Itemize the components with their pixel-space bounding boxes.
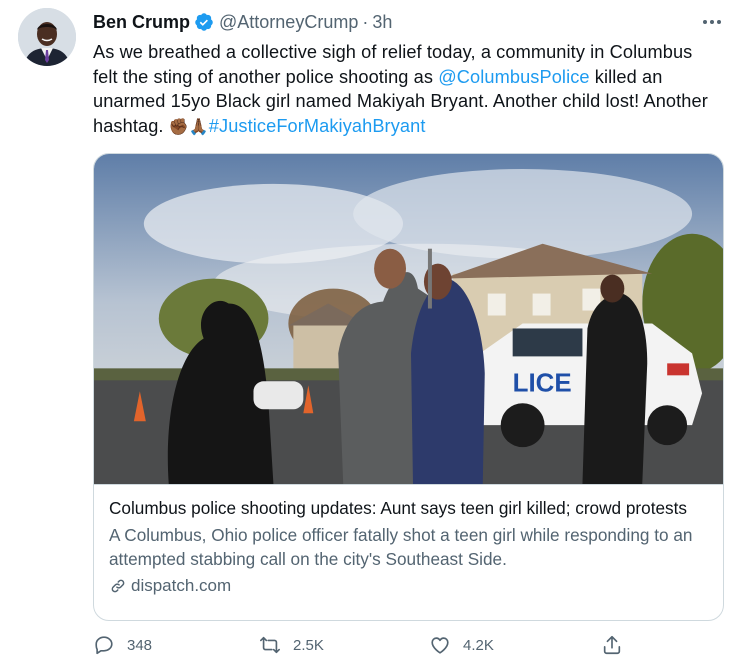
handle[interactable]: @AttorneyCrump xyxy=(219,12,358,33)
folded-hands-emoji: 🙏🏾 xyxy=(188,118,209,136)
hashtag-link[interactable]: #JusticeForMakiyahBryant xyxy=(209,116,426,136)
retweet-button[interactable]: 2.5K xyxy=(259,634,324,656)
retweet-count: 2.5K xyxy=(293,636,324,654)
card-title[interactable]: Columbus police shooting updates: Aunt s… xyxy=(109,497,708,519)
tweet-text: As we breathed a collective sigh of reli… xyxy=(93,40,721,140)
display-name[interactable]: Ben Crump xyxy=(93,12,190,33)
timestamp[interactable]: 3h xyxy=(372,12,392,33)
tweet-actions: 348 2.5K 4.2K xyxy=(93,634,633,664)
reply-count: 348 xyxy=(127,636,153,654)
raised-fist-emoji: ✊🏾 xyxy=(168,118,189,136)
share-icon xyxy=(603,635,621,655)
reply-icon xyxy=(95,636,113,655)
link-card[interactable]: LICE Columbus police shooting updates: A… xyxy=(93,153,724,621)
verified-badge-icon xyxy=(194,12,214,32)
card-body: Columbus police shooting updates: Aunt s… xyxy=(94,485,723,596)
card-description: A Columbus, Ohio police officer fatally … xyxy=(109,525,693,569)
retweet-icon xyxy=(260,636,280,654)
separator-dot: · xyxy=(362,11,369,32)
card-image[interactable]: LICE xyxy=(94,154,723,485)
avatar[interactable] xyxy=(18,8,76,66)
police-car-text: LICE xyxy=(513,369,572,397)
share-button[interactable] xyxy=(601,634,623,656)
reply-button[interactable]: 348 xyxy=(93,634,152,656)
heart-icon xyxy=(431,637,449,654)
like-count: 4.2K xyxy=(463,636,494,654)
like-button[interactable]: 4.2K xyxy=(429,634,494,656)
tweet: Ben Crump @AttorneyCrump · 3h As we brea… xyxy=(0,0,742,672)
tweet-header: Ben Crump @AttorneyCrump · 3h xyxy=(93,10,682,34)
link-icon xyxy=(111,579,125,593)
card-domain-text: dispatch.com xyxy=(131,576,232,595)
card-domain[interactable]: dispatch.com xyxy=(109,576,708,596)
mention-link[interactable]: @ColumbusPolice xyxy=(438,67,589,87)
more-options-icon[interactable] xyxy=(700,12,724,32)
